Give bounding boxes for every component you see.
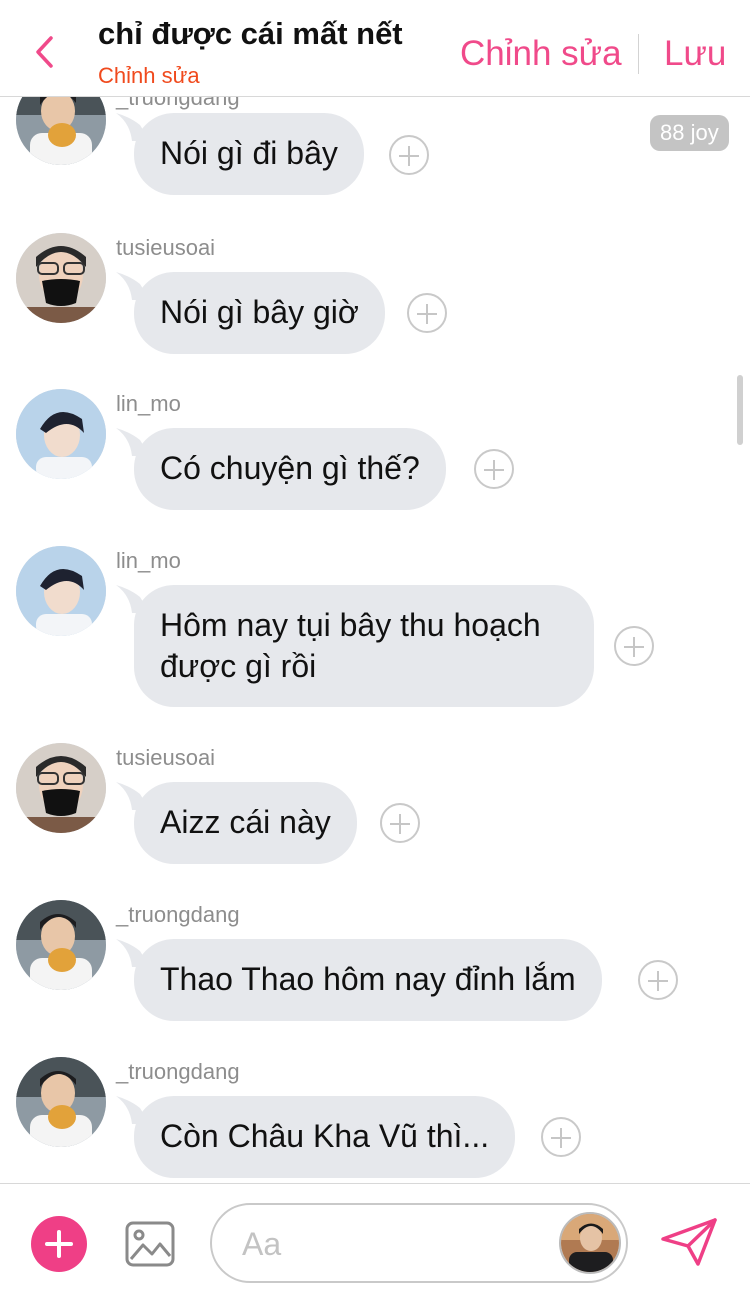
message-input[interactable]: [240, 1221, 544, 1267]
message-username: tusieusoai: [116, 235, 216, 260]
persona-avatar[interactable]: [559, 1212, 621, 1274]
message-username: lin_mo: [116, 548, 181, 573]
message-bubble[interactable]: Nói gì đi bây: [134, 113, 364, 195]
message-bubble[interactable]: Aizz cái này: [134, 782, 357, 864]
message-username: lin_mo: [116, 391, 181, 416]
message-bubble[interactable]: Có chuyện gì thế?: [134, 428, 446, 510]
avatar[interactable]: [16, 900, 106, 990]
react-plus-button[interactable]: [614, 626, 654, 666]
chat-subtitle: Chỉnh sửa: [98, 63, 200, 88]
save-button[interactable]: Lưu: [664, 34, 726, 74]
avatar[interactable]: [16, 233, 106, 323]
chevron-left-icon: [36, 36, 53, 68]
message-bubble[interactable]: Hôm nay tụi bây thu hoạch được gì rồi: [134, 585, 594, 707]
message-bubble[interactable]: Còn Châu Kha Vũ thì...: [134, 1096, 516, 1178]
avatar[interactable]: [16, 389, 106, 479]
message-input-box: [210, 1203, 628, 1283]
image-icon: [125, 1221, 175, 1267]
react-plus-button[interactable]: [389, 135, 429, 175]
chat-header: chỉ được cái mất nết Chỉnh sửa Chỉnh sửa…: [0, 0, 750, 97]
joy-badge: 88 joy: [650, 115, 729, 151]
avatar[interactable]: [16, 97, 106, 165]
message-username: _truongdang: [116, 1059, 240, 1084]
composer-bar: [0, 1183, 750, 1304]
message-username: tusieusoai: [116, 745, 216, 770]
message-username: _truongdang: [116, 902, 240, 927]
image-button[interactable]: [124, 1218, 176, 1275]
avatar[interactable]: [16, 546, 106, 636]
react-plus-button[interactable]: [474, 449, 514, 489]
add-button[interactable]: [31, 1216, 87, 1272]
react-plus-button[interactable]: [541, 1117, 581, 1157]
react-plus-button[interactable]: [638, 960, 678, 1000]
message-bubble[interactable]: Thao Thao hôm nay đỉnh lắm: [134, 939, 602, 1021]
message-list[interactable]: _truongdang Nói gì đi bây 88 joy tusieus…: [0, 97, 750, 1183]
avatar[interactable]: [16, 1057, 106, 1147]
back-button[interactable]: [30, 34, 60, 70]
header-divider: [638, 34, 639, 74]
chat-title: chỉ được cái mất nết: [98, 16, 403, 51]
scrollbar[interactable]: [737, 375, 743, 445]
message-username: _truongdang: [116, 97, 240, 110]
edit-button[interactable]: Chỉnh sửa: [460, 34, 622, 74]
send-icon: [661, 1218, 717, 1266]
avatar[interactable]: [16, 743, 106, 833]
react-plus-button[interactable]: [380, 803, 420, 843]
react-plus-button[interactable]: [407, 293, 447, 333]
send-button[interactable]: [660, 1217, 718, 1272]
message-bubble[interactable]: Nói gì bây giờ: [134, 272, 385, 354]
